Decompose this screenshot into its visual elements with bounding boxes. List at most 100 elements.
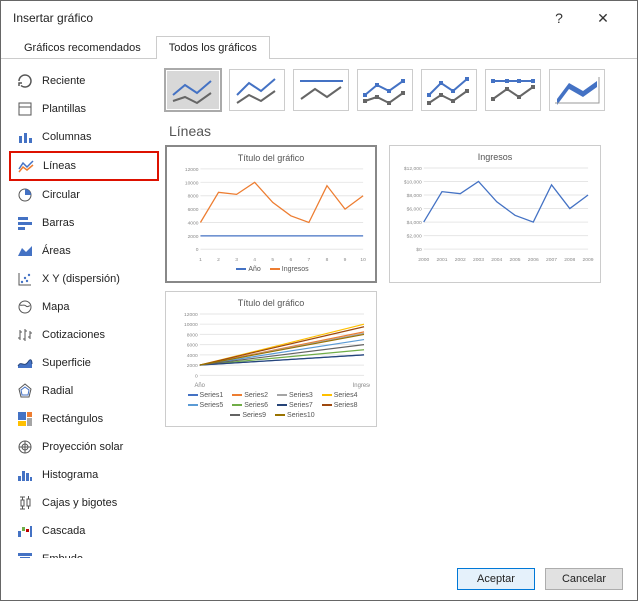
sidebar-item-stock[interactable]: Cotizaciones <box>9 321 159 349</box>
preview-1-legend: AñoIngresos <box>173 265 369 275</box>
sidebar-item-columns[interactable]: Columnas <box>9 123 159 151</box>
sidebar-item-surface[interactable]: Superficie <box>9 349 159 377</box>
sidebar-item-templates[interactable]: Plantillas <box>9 95 159 123</box>
svg-text:2009: 2009 <box>583 257 594 263</box>
svg-text:$0: $0 <box>416 247 422 253</box>
subtype-line[interactable] <box>165 69 221 111</box>
sidebar-item-label: X Y (dispersión) <box>42 273 120 285</box>
svg-text:6000: 6000 <box>188 207 199 213</box>
svg-text:0: 0 <box>195 373 198 379</box>
areas-icon <box>16 242 34 260</box>
sidebar-item-sun[interactable]: Proyección solar <box>9 433 159 461</box>
sidebar-item-xy[interactable]: X Y (dispersión) <box>9 265 159 293</box>
svg-text:2: 2 <box>217 257 220 263</box>
svg-text:10: 10 <box>360 257 366 263</box>
tree-icon <box>16 410 34 428</box>
sidebar-item-label: Áreas <box>42 245 71 257</box>
svg-text:2007: 2007 <box>546 257 557 263</box>
sidebar-item-label: Proyección solar <box>42 441 123 453</box>
accept-button[interactable]: Aceptar <box>457 568 535 590</box>
tabs: Gráficos recomendados Todos los gráficos <box>1 35 637 59</box>
surface-icon <box>16 354 34 372</box>
sidebar-item-label: Cotizaciones <box>42 329 105 341</box>
tab-recommended[interactable]: Gráficos recomendados <box>11 36 154 59</box>
subtype-stacked-line[interactable] <box>229 69 285 111</box>
sidebar-item-funnel[interactable]: Embudo <box>9 545 159 558</box>
bars-icon <box>16 214 34 232</box>
xy-icon <box>16 270 34 288</box>
preview-1-title: Título del gráfico <box>173 153 369 163</box>
sidebar-item-bars[interactable]: Barras <box>9 209 159 237</box>
svg-text:$4,000: $4,000 <box>407 220 422 226</box>
subtype-100stacked-line[interactable] <box>293 69 349 111</box>
chart-category-sidebar: Reciente Plantillas Columnas Líneas Circular… <box>9 67 159 550</box>
columns-icon <box>16 128 34 146</box>
box-icon <box>16 494 34 512</box>
hist-icon <box>16 466 34 484</box>
preview-chart-2[interactable]: Ingresos $0$2,000$4,000$6,000$8,000$10,0… <box>389 145 601 283</box>
sidebar-item-label: Líneas <box>43 160 76 172</box>
svg-text:8: 8 <box>326 257 329 263</box>
sidebar-item-areas[interactable]: Áreas <box>9 237 159 265</box>
sidebar-item-recent[interactable]: Reciente <box>9 67 159 95</box>
sidebar-item-pie[interactable]: Circular <box>9 181 159 209</box>
preview-chart-3[interactable]: Título del gráfico 0 2000 4000 6000 8000 1000… <box>165 291 377 428</box>
section-title: Líneas <box>165 121 629 145</box>
svg-text:2002: 2002 <box>455 257 466 263</box>
svg-text:$6,000: $6,000 <box>407 207 422 213</box>
close-button[interactable]: ✕ <box>581 10 625 27</box>
subtype-100stacked-line-markers[interactable] <box>485 69 541 111</box>
svg-text:$8,000: $8,000 <box>407 193 422 199</box>
pie-icon <box>16 186 34 204</box>
svg-text:4000: 4000 <box>187 353 198 359</box>
sun-icon <box>16 438 34 456</box>
sidebar-item-label: Radial <box>42 385 73 397</box>
preview-1-plot: 02000400060008000100001200012345678910 <box>173 165 369 263</box>
sidebar-item-water[interactable]: Cascada <box>9 517 159 545</box>
svg-text:2006: 2006 <box>528 257 539 263</box>
map-icon <box>16 298 34 316</box>
stock-icon <box>16 326 34 344</box>
sidebar-item-label: Cascada <box>42 525 85 537</box>
svg-text:2001: 2001 <box>436 257 447 263</box>
svg-text:8000: 8000 <box>187 332 198 338</box>
sidebar-item-lines[interactable]: Líneas <box>9 151 159 181</box>
svg-text:0: 0 <box>196 247 199 253</box>
preview-chart-1[interactable]: Título del gráfico 020004000600080001000… <box>165 145 377 283</box>
sidebar-item-radar[interactable]: Radial <box>9 377 159 405</box>
svg-text:2000: 2000 <box>187 363 198 369</box>
svg-text:Año: Año <box>194 383 205 389</box>
svg-text:2000: 2000 <box>418 257 429 263</box>
svg-text:10000: 10000 <box>185 180 199 186</box>
sidebar-item-tree[interactable]: Rectángulos <box>9 405 159 433</box>
subtype-line-markers[interactable] <box>357 69 413 111</box>
cancel-button[interactable]: Cancelar <box>545 568 623 590</box>
sidebar-item-label: Plantillas <box>42 103 86 115</box>
svg-text:10000: 10000 <box>184 322 198 328</box>
sidebar-item-label: Rectángulos <box>42 413 103 425</box>
recent-icon <box>16 72 34 90</box>
svg-text:2003: 2003 <box>473 257 484 263</box>
help-button[interactable]: ? <box>537 10 581 26</box>
svg-text:2000: 2000 <box>188 234 199 240</box>
preview-3-title: Título del gráfico <box>172 298 370 308</box>
sidebar-item-hist[interactable]: Histograma <box>9 461 159 489</box>
sidebar-item-box[interactable]: Cajas y bigotes <box>9 489 159 517</box>
svg-text:$10,000: $10,000 <box>404 179 422 185</box>
tab-all[interactable]: Todos los gráficos <box>156 36 270 59</box>
svg-text:5: 5 <box>271 257 274 263</box>
preview-2-plot: $0$2,000$4,000$6,000$8,000$10,000$12,000… <box>396 164 594 263</box>
svg-text:6: 6 <box>289 257 292 263</box>
funnel-icon <box>16 550 34 558</box>
sidebar-item-label: Superficie <box>42 357 91 369</box>
subtype-stacked-line-markers[interactable] <box>421 69 477 111</box>
svg-text:Ingresos: Ingresos <box>353 383 370 389</box>
subtype-3d-line[interactable] <box>549 69 605 111</box>
sidebar-item-map[interactable]: Mapa <box>9 293 159 321</box>
radar-icon <box>16 382 34 400</box>
svg-text:7: 7 <box>308 257 311 263</box>
svg-text:6000: 6000 <box>187 342 198 348</box>
svg-text:12000: 12000 <box>184 312 198 318</box>
svg-text:$12,000: $12,000 <box>404 166 422 172</box>
svg-text:12000: 12000 <box>185 167 199 173</box>
